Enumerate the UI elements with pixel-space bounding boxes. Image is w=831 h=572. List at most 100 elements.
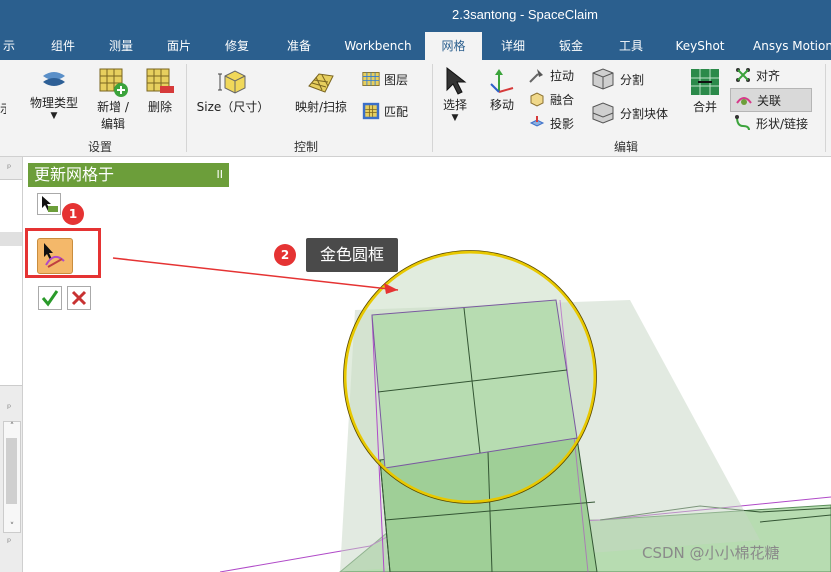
tab-tools[interactable]: 工具 <box>608 32 654 60</box>
watermark: CSDN @小小棉花糖 <box>642 544 780 562</box>
pin-icon[interactable]: ᵖ <box>7 163 11 174</box>
shape-link-label: 形状/链接 <box>756 116 809 131</box>
separator <box>825 64 826 152</box>
tab-assembly[interactable]: 组件 <box>40 32 86 60</box>
merge-label: 合并 <box>692 100 717 114</box>
separator <box>432 64 433 152</box>
split-label: 分割 <box>620 72 645 87</box>
design-viewport[interactable] <box>23 157 831 572</box>
associate-label: 关联 <box>757 93 782 108</box>
update-mesh-guide-header: 更新网格于 II <box>28 163 229 187</box>
tab-measure[interactable]: 测量 <box>98 32 144 60</box>
move-axes-icon <box>490 69 514 93</box>
delete-mesh-icon <box>146 68 174 93</box>
fuse-button[interactable]: 融合 <box>528 90 574 108</box>
shape-link-button[interactable]: 形状/链接 <box>734 114 808 132</box>
pin-icon[interactable]: ᵖ <box>7 403 11 414</box>
split-block-button[interactable]: 分割块体 <box>590 100 668 126</box>
checkmark-icon <box>41 290 59 307</box>
new-edit-label: 新增 / <box>97 100 129 114</box>
ribbon-tab-bar: 示 组件 测量 面片 修复 准备 Workbench 网格 详细 钣金 工具 K… <box>0 32 831 60</box>
size-button[interactable]: Size（尺寸） <box>192 66 274 115</box>
control-group-label: 控制 <box>294 140 319 154</box>
guide-title: 更新网格于 <box>34 165 115 184</box>
ribbon: 示 物理类型 ▼ 新增 / 编辑 删除 设置 <box>0 60 831 157</box>
pull-button[interactable]: 拉动 <box>528 66 574 84</box>
structure-tree-panel[interactable] <box>0 179 22 386</box>
scroll-up-icon[interactable]: ˄ <box>4 422 20 432</box>
pause-icon[interactable]: II <box>217 163 224 187</box>
layer-icon <box>362 72 380 86</box>
tab-sheet-metal[interactable]: 钣金 <box>548 32 594 60</box>
left-panel: ᵖ ᵖ ˄ ˅ ᵖ <box>0 157 23 572</box>
tab-facets[interactable]: 面片 <box>156 32 202 60</box>
fuse-icon <box>530 92 544 107</box>
scroll-thumb[interactable] <box>6 438 17 504</box>
split-icon <box>592 68 614 90</box>
pull-icon <box>529 69 543 83</box>
physics-type-button[interactable]: 物理类型 ▼ <box>24 66 84 121</box>
map-sweep-button[interactable]: 映射/扫掠 <box>288 66 354 115</box>
pin-icon[interactable]: ᵖ <box>7 537 11 548</box>
select-button[interactable]: 选择 ▼ <box>438 66 472 123</box>
tab-display[interactable]: 示 <box>0 32 20 60</box>
split-button[interactable]: 分割 <box>590 66 644 92</box>
new-mesh-icon <box>99 68 128 97</box>
complete-button[interactable] <box>38 286 62 310</box>
separator <box>186 64 187 152</box>
pull-label: 拉动 <box>550 68 575 83</box>
select-geometry-button[interactable] <box>37 193 61 215</box>
scroll-down-icon[interactable]: ˅ <box>4 522 20 532</box>
merge-button[interactable]: 合并 <box>684 66 726 115</box>
mesh-model[interactable] <box>23 157 831 572</box>
window-title: 2.3santong - SpaceClaim <box>452 7 598 22</box>
split-block-icon <box>592 102 614 124</box>
new-edit-label-2: 编辑 <box>100 117 125 131</box>
cancel-button[interactable] <box>67 286 91 310</box>
tab-detail[interactable]: 详细 <box>490 32 536 60</box>
select-arrow-icon <box>446 66 467 95</box>
new-edit-button[interactable]: 新增 / 编辑 <box>90 66 136 132</box>
callout-label: 金色圆框 <box>306 238 398 272</box>
project-button[interactable]: 投影 <box>528 114 574 132</box>
layer-button[interactable]: 图层 <box>362 70 408 88</box>
associate-button[interactable]: 关联 <box>730 88 813 112</box>
map-sweep-label: 映射/扫掠 <box>294 100 348 114</box>
delete-label: 删除 <box>147 100 172 114</box>
align-button[interactable]: 对齐 <box>734 66 780 84</box>
setup-group-label: 设置 <box>88 140 113 154</box>
associate-icon <box>736 97 752 105</box>
edit-group-label: 编辑 <box>614 140 639 154</box>
tab-prepare[interactable]: 准备 <box>272 32 326 60</box>
match-button[interactable]: 匹配 <box>362 102 408 120</box>
tab-ansys-motion[interactable]: Ansys Motion <box>752 32 831 60</box>
title-bar: 2.3santong - SpaceClaim <box>0 0 831 32</box>
tree-row-selected[interactable] <box>0 232 22 246</box>
project-icon <box>529 116 545 127</box>
step-badge-1: 1 <box>62 203 84 225</box>
align-label: 对齐 <box>756 68 781 83</box>
merge-icon <box>691 69 719 95</box>
tab-workbench[interactable]: Workbench <box>338 32 418 60</box>
move-button[interactable]: 移动 <box>484 66 520 113</box>
align-icon <box>736 68 750 82</box>
physics-type-label: 物理类型 <box>29 96 78 110</box>
dropdown-arrow-icon: ▼ <box>50 111 58 121</box>
size-label: Size（尺寸） <box>196 100 270 114</box>
delete-button[interactable]: 删除 <box>140 66 180 115</box>
close-icon <box>71 290 87 306</box>
map-sweep-icon <box>308 73 334 93</box>
dropdown-arrow-icon: ▼ <box>451 113 459 123</box>
options-scrollbar[interactable]: ˄ ˅ <box>3 421 21 533</box>
highlight-box <box>25 228 101 278</box>
tab-repair[interactable]: 修复 <box>214 32 260 60</box>
size-cube-icon <box>218 70 246 94</box>
clipped-button[interactable]: 示 <box>0 100 6 117</box>
match-icon <box>362 102 380 120</box>
tab-keyshot[interactable]: KeyShot <box>668 32 732 60</box>
tab-mesh[interactable]: 网格 <box>425 32 482 60</box>
project-label: 投影 <box>550 116 575 131</box>
select-cursor-icon <box>42 196 58 212</box>
step-badge-2: 2 <box>274 244 296 266</box>
physics-type-icon <box>43 72 65 86</box>
